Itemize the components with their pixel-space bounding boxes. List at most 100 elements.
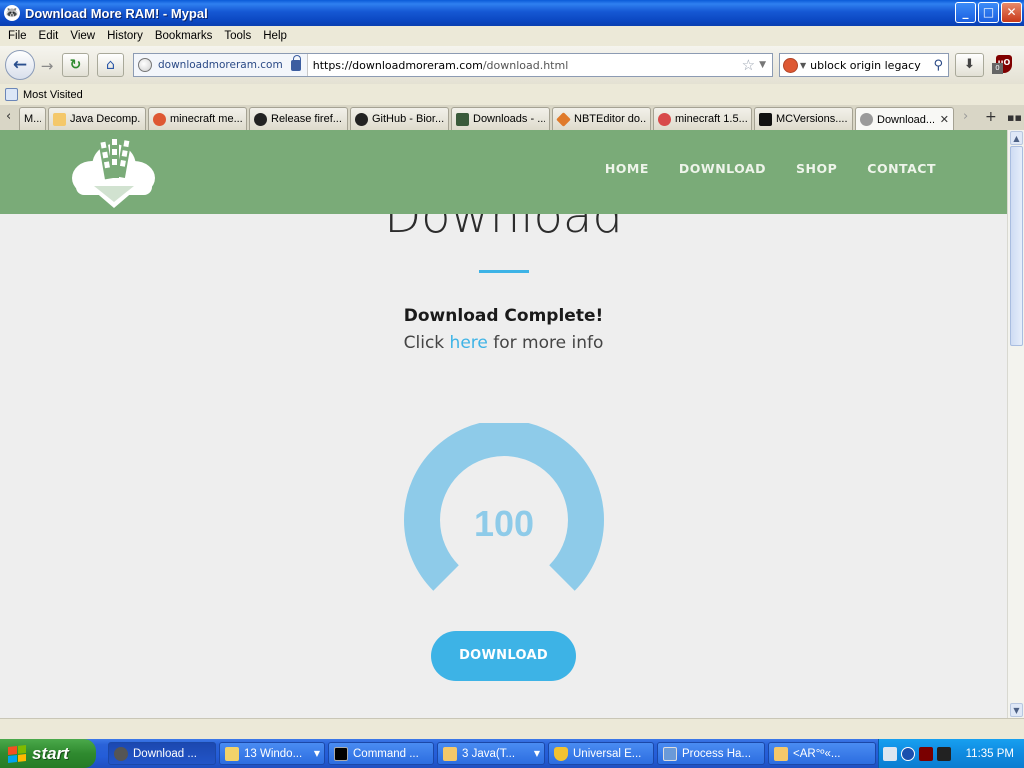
menu-view[interactable]: View xyxy=(64,30,101,42)
mypal-icon xyxy=(114,746,128,761)
menu-help[interactable]: Help xyxy=(257,30,293,42)
github-icon xyxy=(254,112,267,126)
tab-4[interactable]: GitHub - Bior... xyxy=(350,107,449,130)
search-icon[interactable]: ⚲ xyxy=(933,58,943,73)
download-button[interactable]: DOWNLOAD xyxy=(431,631,576,681)
url-history-dropdown-icon[interactable]: ▼ xyxy=(759,60,766,70)
scroll-up-icon[interactable]: ▲ xyxy=(1010,131,1023,145)
clock: 11:35 PM xyxy=(965,747,1014,760)
tab-5[interactable]: Downloads - ... xyxy=(451,107,550,130)
task-mypal[interactable]: Download ... xyxy=(108,742,216,765)
system-tray: 11:35 PM xyxy=(878,739,1024,768)
tab-3[interactable]: Release firef... xyxy=(249,107,348,130)
new-tab-icon[interactable]: + xyxy=(985,109,997,125)
task-command-prompt[interactable]: Command ... xyxy=(328,742,434,765)
duckduckgo-icon xyxy=(153,112,166,126)
site-nav-download[interactable]: DOWNLOAD xyxy=(679,161,766,176)
app-tray-icon[interactable] xyxy=(919,746,933,761)
menu-edit[interactable]: Edit xyxy=(33,30,65,42)
all-tabs-icon[interactable]: ▪▪ xyxy=(1007,111,1022,124)
arrow-left-icon: ← xyxy=(12,55,28,75)
nbt-icon xyxy=(556,111,571,127)
java-icon xyxy=(53,112,66,126)
vertical-scrollbar[interactable]: ▲ ▼ xyxy=(1007,130,1024,718)
maximize-button[interactable]: □ xyxy=(978,2,999,23)
bookmark-star-icon[interactable]: ☆ xyxy=(742,56,755,74)
tab-2[interactable]: minecraft me... xyxy=(148,107,247,130)
hfs-icon[interactable] xyxy=(937,746,951,761)
minimize-button[interactable]: _ xyxy=(955,2,976,23)
task-windows-explorer[interactable]: 13 Windo... ▼ xyxy=(219,742,325,765)
page-viewport: Download HOME DOWNLOAD SHOP CONTACT Down… xyxy=(0,130,1007,718)
task-universal-extractor[interactable]: Universal E... xyxy=(548,742,654,765)
tab-label: minecraft 1.5... xyxy=(675,113,747,125)
site-nav-home[interactable]: HOME xyxy=(605,161,649,176)
menu-history[interactable]: History xyxy=(101,30,149,42)
tab-label: Java Decomp... xyxy=(70,113,141,125)
mcversions-icon xyxy=(759,112,772,126)
keyboard-icon[interactable] xyxy=(883,746,897,761)
task-label: Universal E... xyxy=(573,747,642,760)
status-bar xyxy=(0,718,1024,739)
ublock-origin-button[interactable]: uO 0 xyxy=(992,55,1014,77)
tab-7[interactable]: minecraft 1.5... xyxy=(653,107,752,130)
menu-tools[interactable]: Tools xyxy=(218,30,257,42)
search-bar[interactable]: ▼ ublock origin legacy ⚲ xyxy=(779,53,949,77)
download-arrow-icon: ⬇ xyxy=(964,57,975,72)
ublock-count: 0 xyxy=(992,63,1003,74)
tab-label: minecraft me... xyxy=(170,113,242,125)
site-nav-contact[interactable]: CONTACT xyxy=(867,161,936,176)
scrollbar-thumb[interactable] xyxy=(1010,146,1023,346)
tab-label: Download... xyxy=(877,113,934,126)
minecraft-icon xyxy=(658,112,671,126)
url-path: /download.html xyxy=(482,58,569,72)
duckduckgo-icon[interactable] xyxy=(783,57,798,73)
menu-file[interactable]: File xyxy=(2,30,33,42)
tab-scroll-left-icon[interactable]: ‹ xyxy=(6,109,11,124)
url-input[interactable]: https://downloadmoreram.com/download.htm… xyxy=(308,59,742,72)
search-engine-dropdown-icon[interactable]: ▼ xyxy=(800,61,806,70)
tab-6[interactable]: NBTEditor do... xyxy=(552,107,651,130)
site-identity-button[interactable]: downloadmoreram.com xyxy=(134,54,308,76)
info-prefix: Click xyxy=(403,333,450,353)
downloads-button[interactable]: ⬇ xyxy=(955,53,984,77)
start-button[interactable]: start xyxy=(0,739,96,768)
reload-button[interactable]: ↻ xyxy=(62,53,89,77)
tab-0[interactable]: M... xyxy=(19,107,46,130)
github-icon xyxy=(355,112,368,126)
back-button[interactable]: ← xyxy=(5,50,35,80)
tab-scroll-right-icon[interactable]: › xyxy=(963,109,968,124)
tab-9-active[interactable]: Download... ✕ xyxy=(855,107,954,131)
tab-label: Release firef... xyxy=(271,113,342,125)
task-label: Process Ha... xyxy=(682,747,752,760)
more-info-link[interactable]: here xyxy=(450,333,488,353)
navigation-toolbar: ← → ↻ ⌂ downloadmoreram.com https://down… xyxy=(0,46,1024,84)
forward-button[interactable]: → xyxy=(36,55,58,77)
tray-expand-icon[interactable] xyxy=(901,746,915,761)
lock-icon xyxy=(290,54,301,71)
menu-bookmarks[interactable]: Bookmarks xyxy=(149,30,219,42)
bookmark-most-visited[interactable]: Most Visited xyxy=(23,89,83,101)
shield-icon xyxy=(554,746,568,761)
home-icon: ⌂ xyxy=(106,57,115,73)
task-group-arrow-icon: ▼ xyxy=(313,749,320,758)
info-suffix: for more info xyxy=(487,333,604,353)
scroll-down-icon[interactable]: ▼ xyxy=(1010,703,1023,717)
terminal-icon xyxy=(456,112,469,126)
site-nav-shop[interactable]: SHOP xyxy=(796,161,837,176)
tab-8[interactable]: MCVersions.... xyxy=(754,107,853,130)
home-button[interactable]: ⌂ xyxy=(97,53,124,77)
task-process-hacker[interactable]: Process Ha... xyxy=(657,742,765,765)
start-label: start xyxy=(32,743,69,763)
url-bar[interactable]: downloadmoreram.com https://downloadmore… xyxy=(133,53,773,77)
task-label: 3 Java(T... xyxy=(462,747,516,760)
close-button[interactable]: ✕ xyxy=(1001,2,1022,23)
tab-1[interactable]: Java Decomp... xyxy=(48,107,146,130)
download-ram-logo xyxy=(72,136,155,208)
bookmark-folder-icon xyxy=(5,88,18,101)
search-input[interactable]: ublock origin legacy xyxy=(810,59,933,72)
tab-close-icon[interactable]: ✕ xyxy=(934,113,949,126)
task-java[interactable]: 3 Java(T... ▼ xyxy=(437,742,545,765)
site-nav: HOME DOWNLOAD SHOP CONTACT xyxy=(575,161,936,176)
task-java-window[interactable]: <AR°º«... xyxy=(768,742,876,765)
